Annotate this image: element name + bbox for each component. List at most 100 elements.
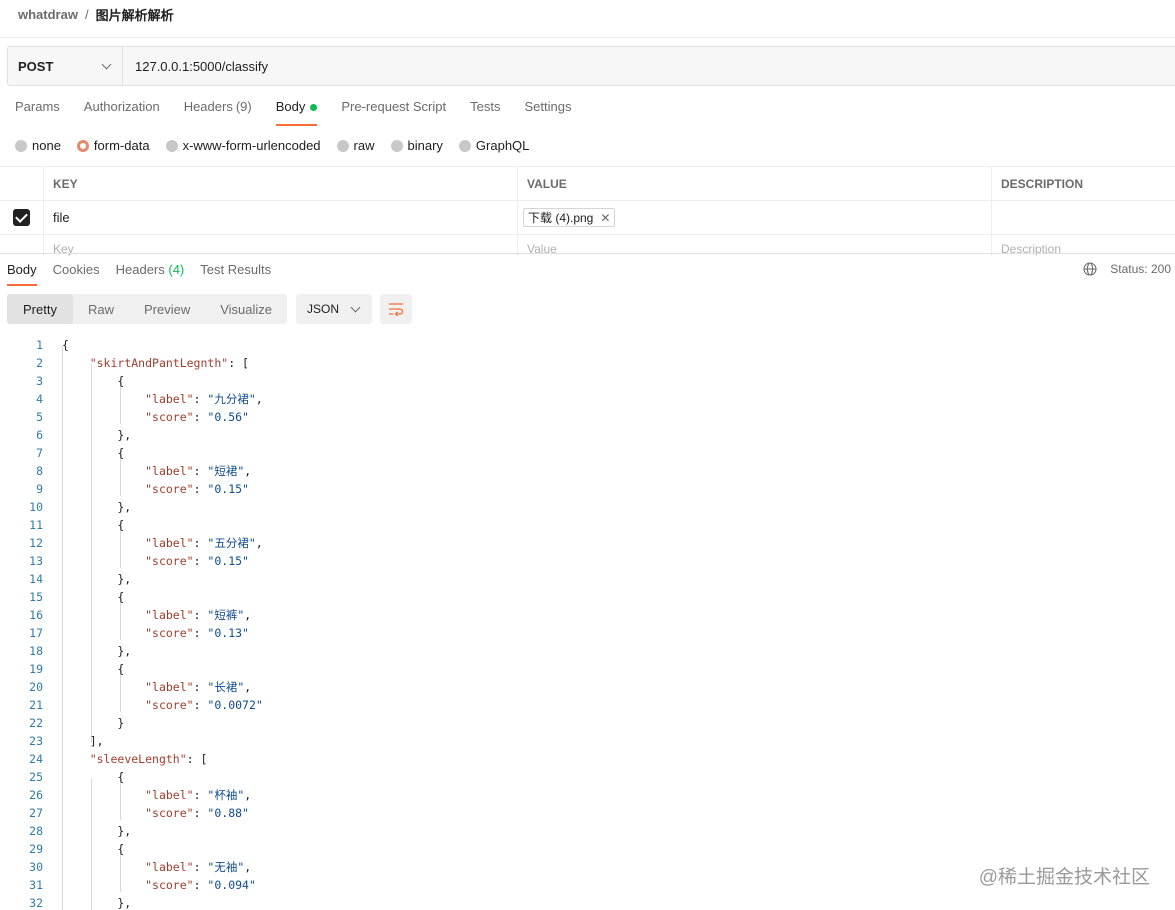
breadcrumb-workspace[interactable]: whatdraw — [18, 7, 78, 22]
json-punctuation: : — [193, 464, 208, 478]
json-punctuation: : — [193, 698, 208, 712]
radio-raw[interactable]: raw — [336, 138, 375, 153]
code-text: "sleeveLength": [ — [62, 750, 208, 768]
json-punctuation: { — [62, 590, 125, 604]
json-key: "score" — [145, 482, 194, 496]
json-punctuation: , — [244, 860, 252, 874]
json-punctuation — [62, 356, 90, 370]
line-number: 2 — [36, 356, 43, 370]
code-text: "score": "0.15" — [62, 480, 249, 498]
tab-label: Authorization — [83, 99, 160, 114]
tab-params[interactable]: Params — [15, 99, 60, 126]
json-key: "label" — [145, 608, 194, 622]
json-punctuation — [62, 536, 145, 550]
code-text: }, — [62, 894, 131, 910]
code-line: 8 "label": "短裙", — [0, 462, 1175, 480]
key-cell[interactable]: file — [43, 201, 517, 234]
code-line: 13 "score": "0.15" — [0, 552, 1175, 570]
chevron-down-icon — [350, 302, 361, 312]
line-number: 4 — [36, 392, 43, 406]
body-type-options: none form-data x-www-form-urlencoded raw… — [15, 138, 545, 153]
tab-authorization[interactable]: Authorization — [84, 99, 160, 126]
json-string: "0.15" — [207, 554, 249, 568]
active-dot-icon — [310, 104, 318, 111]
tab-headers[interactable]: Headers (9) — [184, 99, 252, 126]
line-number: 7 — [36, 446, 43, 460]
tab-label: Settings — [524, 99, 572, 114]
tab-tests[interactable]: Tests — [470, 99, 500, 126]
code-line: 29 { — [0, 840, 1175, 858]
tab-test-results[interactable]: Test Results — [200, 262, 271, 286]
json-punctuation: }, — [62, 824, 132, 838]
json-string: "无袖" — [207, 860, 245, 874]
close-icon[interactable]: ✕ — [600, 211, 610, 225]
url-input[interactable]: 127.0.0.1:5000/classify — [123, 47, 268, 85]
json-key: "score" — [145, 410, 194, 424]
radio-icon — [15, 139, 27, 152]
json-punctuation: , — [255, 392, 263, 406]
radio-form-data[interactable]: form-data — [76, 138, 150, 153]
code-line: 10 }, — [0, 498, 1175, 516]
json-punctuation: : — [193, 608, 208, 622]
wrap-lines-icon — [389, 303, 404, 316]
radio-x-www-form-urlencoded[interactable]: x-www-form-urlencoded — [165, 138, 321, 153]
wrap-lines-button[interactable] — [380, 294, 412, 324]
json-punctuation: }, — [62, 500, 132, 514]
code-text: "score": "0.0072" — [62, 696, 263, 714]
tab-response-headers[interactable]: Headers (4) — [116, 262, 185, 286]
radio-graphql[interactable]: GraphQL — [458, 138, 529, 153]
json-string: "0.13" — [207, 626, 249, 640]
json-punctuation: : — [193, 860, 208, 874]
header-divider — [0, 37, 1175, 38]
response-status: Status: 200 — [1083, 262, 1171, 276]
tab-response-body[interactable]: Body — [7, 262, 37, 286]
method-label: POST — [18, 58, 54, 74]
format-raw[interactable]: Raw — [73, 294, 129, 324]
line-number: 15 — [29, 590, 43, 604]
tab-body[interactable]: Body — [275, 99, 318, 126]
code-line: 17 "score": "0.13" — [0, 624, 1175, 642]
language-label: JSON — [307, 302, 340, 316]
code-text: "label": "九分裙", — [62, 390, 263, 408]
json-punctuation: , — [244, 788, 252, 802]
radio-icon — [390, 139, 403, 152]
checkbox-checked-icon[interactable] — [13, 209, 30, 226]
json-string: "0.88" — [207, 806, 249, 820]
json-string: "0.56" — [207, 410, 249, 424]
json-punctuation: : — [193, 788, 208, 802]
code-line: 11 { — [0, 516, 1175, 534]
line-number: 5 — [36, 410, 43, 424]
code-text: }, — [62, 570, 131, 588]
line-number: 8 — [36, 464, 43, 478]
code-text: { — [62, 588, 124, 606]
globe-icon[interactable] — [1083, 262, 1097, 276]
format-preview[interactable]: Preview — [129, 294, 205, 324]
line-number: 10 — [29, 500, 43, 514]
radio-icon — [336, 139, 349, 152]
json-punctuation — [62, 860, 145, 874]
tab-cookies[interactable]: Cookies — [53, 262, 100, 286]
language-select[interactable]: JSON — [296, 294, 372, 324]
description-cell[interactable] — [991, 201, 1175, 234]
code-line: 4 "label": "九分裙", — [0, 390, 1175, 408]
tab-settings[interactable]: Settings — [524, 99, 571, 126]
radio-binary[interactable]: binary — [390, 138, 443, 153]
tab-pre-request-script[interactable]: Pre-request Script — [341, 99, 446, 126]
chevron-down-icon — [101, 59, 112, 69]
radio-icon — [165, 139, 178, 152]
method-select[interactable]: POST — [8, 47, 123, 85]
format-pretty[interactable]: Pretty — [7, 294, 73, 324]
breadcrumb-request-name[interactable]: 图片解析解析 — [96, 5, 174, 24]
status-text[interactable]: Status: 200 — [1110, 262, 1171, 276]
value-cell[interactable]: 下载 (4).png ✕ — [517, 201, 991, 234]
code-text: { — [62, 516, 124, 534]
radio-label: raw — [353, 138, 375, 153]
format-visualize[interactable]: Visualize — [205, 294, 287, 324]
radio-none[interactable]: none — [15, 138, 61, 153]
json-punctuation — [62, 698, 145, 712]
response-body-editor[interactable]: 1{2 "skirtAndPantLegnth": [3 {4 "label":… — [0, 336, 1175, 910]
tab-label: Cookies — [52, 262, 100, 277]
line-number: 12 — [29, 536, 43, 550]
json-punctuation: , — [255, 536, 263, 550]
column-header-description: DESCRIPTION — [991, 167, 1175, 200]
